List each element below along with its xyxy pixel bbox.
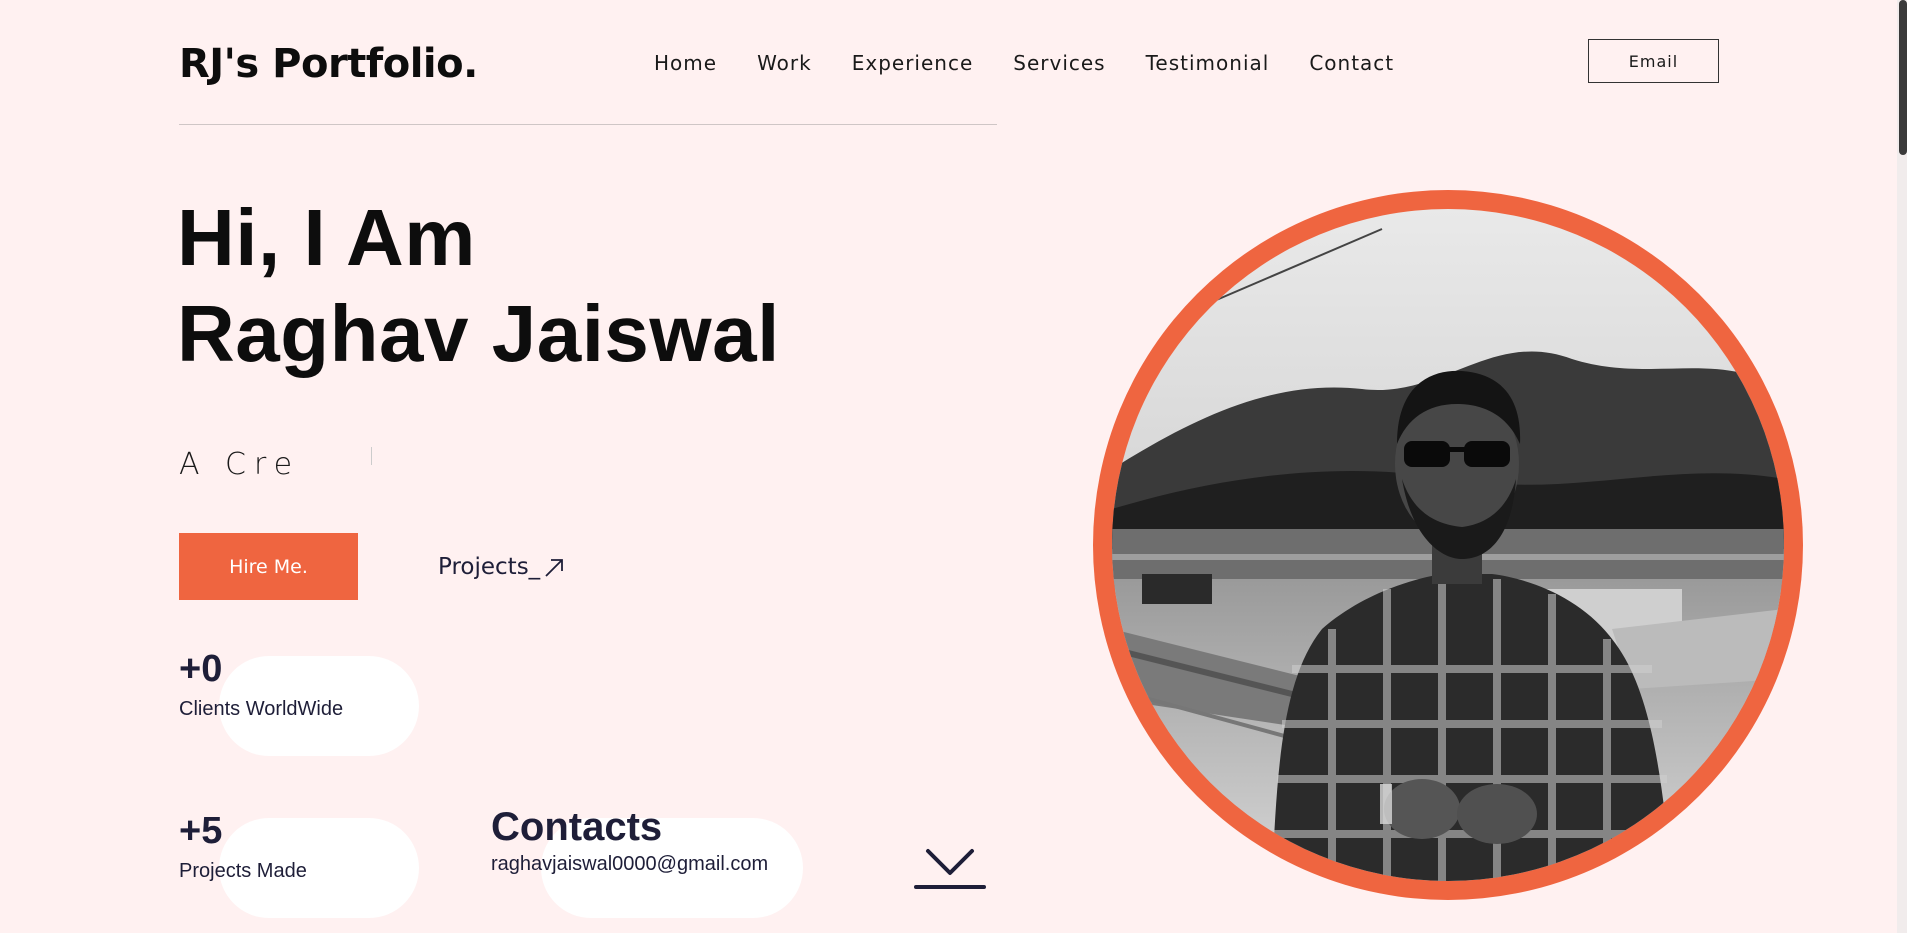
- nav-link-services[interactable]: Services: [1013, 46, 1105, 80]
- profile-photo: [1112, 209, 1784, 881]
- clients-count: +0: [179, 648, 223, 690]
- email-button[interactable]: Email: [1588, 39, 1719, 83]
- hire-me-button[interactable]: Hire Me.: [179, 533, 358, 600]
- clients-label: Clients WorldWide: [179, 698, 344, 720]
- typed-tagline: A Cre: [179, 447, 301, 482]
- nav-item-home: Home: [654, 46, 717, 80]
- nav-item-testimonial: Testimonial: [1146, 46, 1270, 80]
- site-logo[interactable]: RJ's Portfolio.: [179, 34, 478, 94]
- nav-link-work[interactable]: Work: [757, 46, 812, 80]
- projects-count: +5: [179, 810, 223, 852]
- hero-greeting: Hi, I Am: [177, 193, 476, 282]
- nav-item-experience: Experience: [852, 46, 974, 80]
- arrow-up-right-icon: [542, 555, 566, 579]
- typing-caret: [371, 447, 372, 465]
- header-divider: [179, 124, 997, 125]
- projects-link[interactable]: Projects_: [438, 551, 566, 583]
- scrollbar-thumb[interactable]: [1899, 0, 1907, 155]
- main-nav: Home Work Experience Services Testimonia…: [654, 46, 1394, 80]
- nav-item-work: Work: [757, 46, 812, 80]
- nav-link-home[interactable]: Home: [654, 46, 717, 80]
- nav-link-contact[interactable]: Contact: [1309, 46, 1394, 80]
- nav-link-experience[interactable]: Experience: [852, 46, 974, 80]
- hero-name: Raghav Jaiswal: [177, 289, 780, 378]
- projects-link-label: Projects_: [438, 554, 541, 580]
- chevron-down-icon[interactable]: [914, 846, 986, 891]
- contacts-title: Contacts: [491, 805, 663, 849]
- nav-item-contact: Contact: [1309, 46, 1394, 80]
- contact-email-link[interactable]: raghavjaiswal0000@gmail.com: [491, 851, 768, 877]
- hero-title: Hi, I Am Raghav Jaiswal: [177, 190, 780, 382]
- projects-label: Projects Made: [179, 860, 307, 882]
- nav-link-testimonial[interactable]: Testimonial: [1146, 46, 1270, 80]
- nav-item-services: Services: [1013, 46, 1105, 80]
